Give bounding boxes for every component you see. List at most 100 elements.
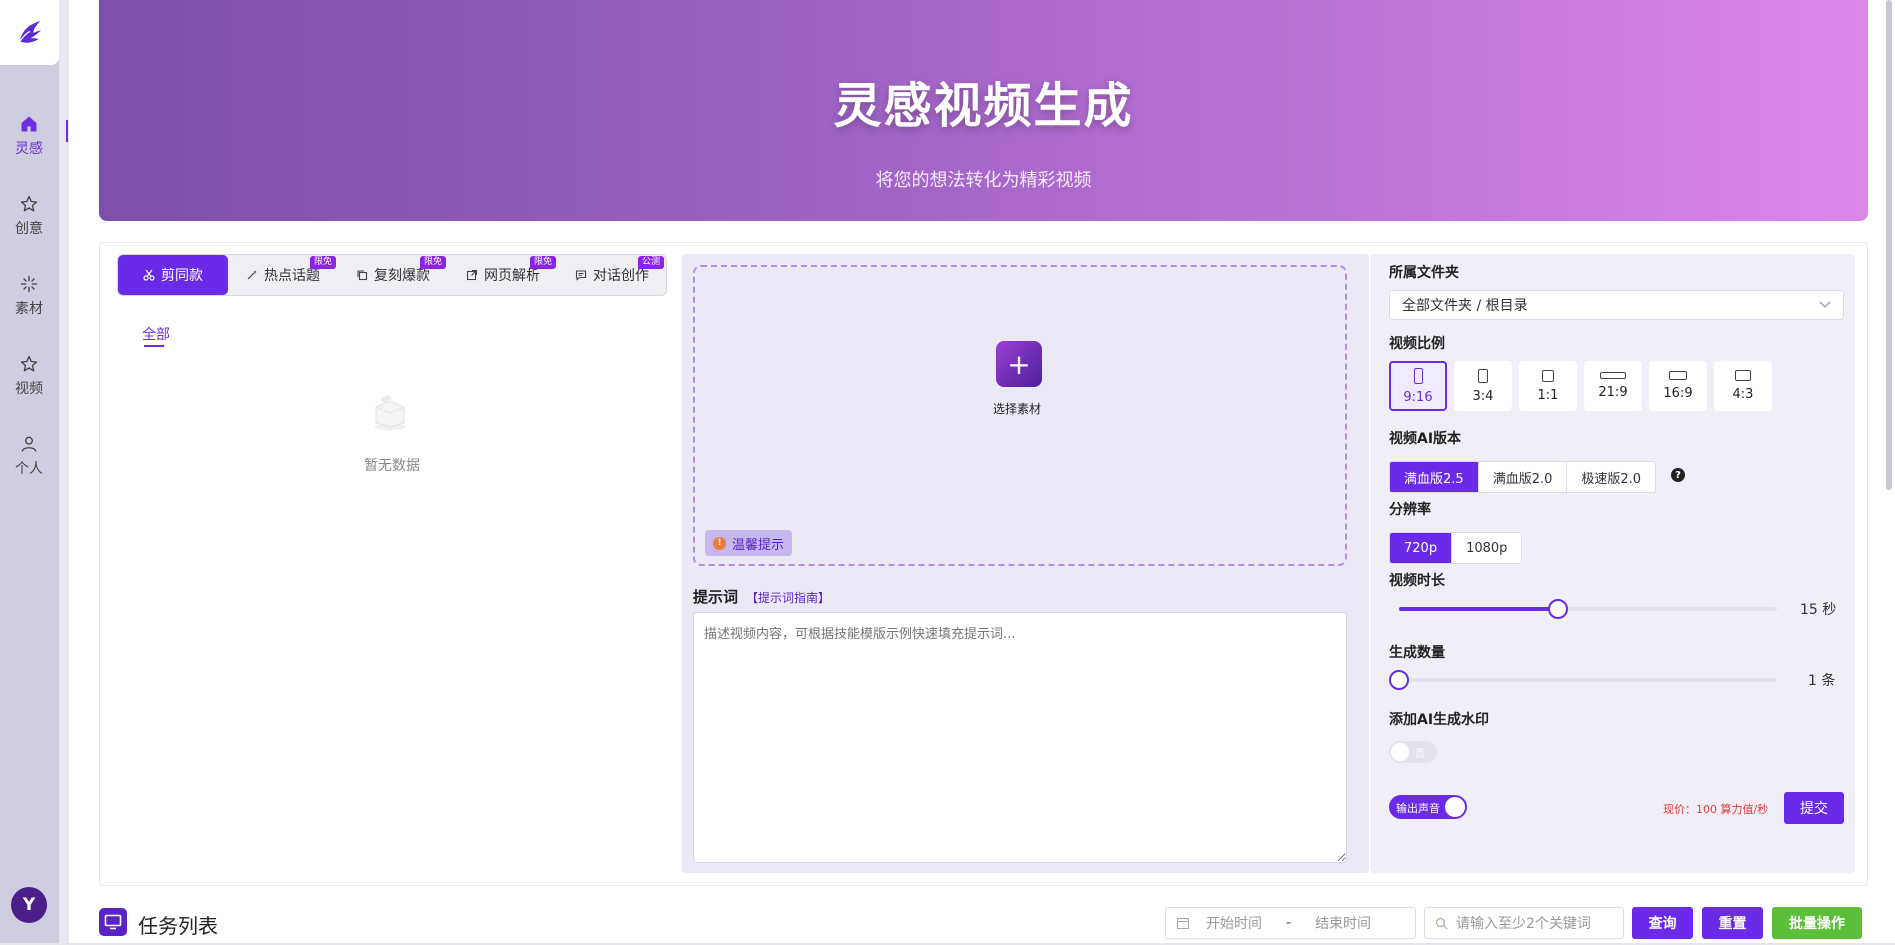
square-ratio-icon bbox=[1542, 369, 1554, 382]
count-label: 生成数量 bbox=[1389, 645, 1445, 661]
sidebar-item-materials[interactable]: 素材 bbox=[0, 266, 58, 326]
tips-label: 温馨提示 bbox=[732, 537, 785, 553]
generator-card: 剪同款 热点话题 限免 复刻爆款 限免 网页解析 限免 对话创作 公测 全部 暂… bbox=[99, 242, 1868, 886]
wand-icon bbox=[247, 270, 257, 280]
settings-panel: 所属文件夹 全部文件夹 / 根目录 视频比例 9:16 3:4 1:1 21:9 bbox=[1370, 254, 1855, 873]
sidebar-item-label: 创意 bbox=[15, 221, 43, 237]
add-material-button[interactable]: + bbox=[996, 341, 1042, 387]
duration-slider-fill bbox=[1399, 607, 1558, 611]
ratio-label-text: 1:1 bbox=[1537, 387, 1559, 403]
tab-badge: 限免 bbox=[309, 256, 336, 269]
price-text: 现价：100 算力值/秒 bbox=[1663, 803, 1769, 816]
tab-same-style[interactable]: 剪同款 bbox=[118, 255, 228, 295]
toggle-knob bbox=[1391, 743, 1409, 761]
portrait-ratio-icon bbox=[1413, 367, 1423, 384]
duration-slider-thumb[interactable] bbox=[1547, 599, 1568, 619]
count-slider[interactable] bbox=[1389, 670, 1777, 690]
wing-logo-icon bbox=[18, 20, 41, 43]
ratio-option-3-4[interactable]: 3:4 bbox=[1454, 361, 1512, 411]
tab-hot-topics[interactable]: 热点话题 限免 bbox=[228, 255, 338, 295]
ratio-option-21-9[interactable]: 21:9 bbox=[1584, 361, 1642, 411]
reset-button[interactable]: 重置 bbox=[1702, 907, 1763, 939]
subtab-all[interactable]: 全部 bbox=[142, 324, 170, 344]
duration-slider[interactable] bbox=[1399, 599, 1777, 619]
version-option-fast-2-0[interactable]: 极速版2.0 bbox=[1567, 462, 1655, 492]
landscape-ratio-icon bbox=[1735, 370, 1751, 381]
ratio-option-16-9[interactable]: 16:9 bbox=[1649, 361, 1707, 411]
sparkle-icon bbox=[20, 275, 38, 293]
folder-select-value: 全部文件夹 / 根目录 bbox=[1402, 298, 1528, 314]
app-logo[interactable] bbox=[0, 0, 59, 65]
keyword-search-input[interactable]: 请输入至少2个关键词 bbox=[1424, 907, 1624, 939]
sidebar-item-video[interactable]: 视频 bbox=[0, 346, 58, 406]
task-list-title: 任务列表 bbox=[138, 914, 218, 938]
batch-operation-button[interactable]: 批量操作 bbox=[1772, 907, 1862, 939]
sidebar-item-label: 素材 bbox=[15, 301, 43, 317]
ratio-label-text: 16:9 bbox=[1663, 386, 1693, 401]
sidebar-item-label: 灵感 bbox=[15, 141, 43, 157]
version-option-full-2-0[interactable]: 满血版2.0 bbox=[1479, 462, 1568, 492]
chevron-down-icon bbox=[1819, 301, 1831, 308]
star-icon bbox=[20, 195, 38, 212]
copy-icon bbox=[357, 270, 368, 281]
app-root: 灵感 创意 素材 视频 个人 Y 灵感视频生成 将您的想法转化为精彩视频 剪同款… bbox=[0, 0, 1895, 945]
sidebar-item-creative[interactable]: 创意 bbox=[0, 186, 58, 246]
sidebar-item-personal[interactable]: 个人 bbox=[0, 426, 58, 486]
page-scrollbar[interactable] bbox=[1886, 0, 1892, 490]
page-title: 灵感视频生成 bbox=[833, 78, 1134, 134]
watermark-toggle-text: 否 bbox=[1415, 749, 1425, 760]
ratio-label: 视频比例 bbox=[1389, 336, 1445, 352]
home-icon bbox=[21, 116, 37, 132]
toggle-knob bbox=[1445, 797, 1465, 817]
watermark-label: 添加AI生成水印 bbox=[1389, 712, 1490, 728]
portrait-ratio-icon bbox=[1478, 368, 1488, 383]
submit-button[interactable]: 提交 bbox=[1784, 792, 1844, 824]
landscape-ratio-icon bbox=[1669, 371, 1687, 380]
resolution-option-1080p[interactable]: 1080p bbox=[1452, 533, 1521, 563]
ultrawide-ratio-icon bbox=[1600, 372, 1626, 379]
upload-dropzone[interactable]: + 选择素材 ! 温馨提示 bbox=[693, 265, 1347, 566]
folder-select[interactable]: 全部文件夹 / 根目录 bbox=[1389, 290, 1844, 320]
end-date-input[interactable]: 结束时间 bbox=[1315, 913, 1371, 933]
search-icon bbox=[1435, 917, 1448, 929]
tab-replicate-hits[interactable]: 复刻爆款 限免 bbox=[338, 255, 448, 295]
tab-web-parse[interactable]: 网页解析 限免 bbox=[448, 255, 558, 295]
tab-chat-create[interactable]: 对话创作 公测 bbox=[558, 255, 666, 295]
upload-panel: + 选择素材 ! 温馨提示 提示词 【提示词指南】 bbox=[682, 254, 1369, 873]
calendar-icon bbox=[1177, 918, 1189, 929]
help-icon[interactable]: ? bbox=[1671, 468, 1685, 482]
page-subtitle: 将您的想法转化为精彩视频 bbox=[875, 170, 1092, 191]
prompt-guide-link[interactable]: 【提示词指南】 bbox=[746, 589, 830, 606]
resolution-option-720p[interactable]: 720p bbox=[1390, 533, 1453, 563]
query-button[interactable]: 查询 bbox=[1632, 907, 1693, 939]
subtab-underline bbox=[144, 345, 164, 347]
ratio-label-text: 4:3 bbox=[1732, 387, 1754, 402]
prompt-input[interactable] bbox=[693, 612, 1347, 863]
tips-button[interactable]: ! 温馨提示 bbox=[705, 530, 793, 556]
ratio-option-9-16[interactable]: 9:16 bbox=[1389, 361, 1447, 411]
ratio-option-1-1[interactable]: 1:1 bbox=[1519, 361, 1577, 411]
sidebar-item-inspiration[interactable]: 灵感 bbox=[0, 106, 58, 166]
external-link-icon bbox=[466, 269, 478, 281]
version-option-full-2-5[interactable]: 满血版2.5 bbox=[1390, 462, 1479, 492]
ratio-label-text: 3:4 bbox=[1472, 388, 1494, 404]
watermark-toggle[interactable]: 否 bbox=[1389, 741, 1437, 763]
start-date-input[interactable]: 开始时间 bbox=[1206, 913, 1262, 933]
duration-label: 视频时长 bbox=[1389, 573, 1445, 589]
sidebar-item-label: 视频 bbox=[15, 381, 43, 397]
user-icon bbox=[21, 436, 37, 452]
ratio-label-text: 9:16 bbox=[1403, 389, 1433, 405]
count-slider-thumb[interactable] bbox=[1389, 670, 1409, 690]
date-range-picker[interactable]: 开始时间 - 结束时间 bbox=[1165, 907, 1416, 939]
mode-tabs: 剪同款 热点话题 限免 复刻爆款 限免 网页解析 限免 对话创作 公测 bbox=[117, 254, 667, 296]
hero-banner: 灵感视频生成 将您的想法转化为精彩视频 bbox=[99, 0, 1868, 221]
ratio-option-4-3[interactable]: 4:3 bbox=[1714, 361, 1772, 411]
avatar[interactable]: Y bbox=[11, 887, 47, 923]
audio-toggle[interactable]: 输出声音 bbox=[1389, 795, 1467, 819]
sidebar-item-label: 个人 bbox=[15, 461, 43, 477]
date-separator: - bbox=[1286, 915, 1292, 931]
version-label: 视频AI版本 bbox=[1389, 431, 1462, 447]
warning-icon: ! bbox=[713, 536, 726, 550]
resolution-label: 分辨率 bbox=[1389, 502, 1431, 518]
duration-value: 15 秒 bbox=[1800, 602, 1837, 618]
